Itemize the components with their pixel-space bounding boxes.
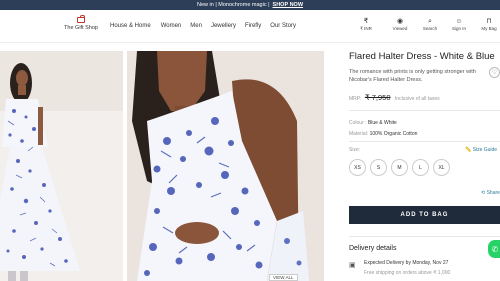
sign-in-label: Sign In <box>451 26 466 31</box>
colour-value: Blue & White <box>367 120 397 126</box>
material-row: Material: 100% Organic Cotton <box>349 131 417 137</box>
model-closeup-illustration <box>127 51 324 281</box>
search-icon: ⌕ <box>428 18 432 25</box>
shipping-note: Free shipping on orders above ₹ 1,000 <box>364 270 451 276</box>
currency-selector[interactable]: ₹ ₹ INR <box>355 17 377 32</box>
colour-label: Colour : <box>349 120 367 126</box>
search-label: Search <box>422 26 438 31</box>
bag-icon: ⊓ <box>486 18 492 25</box>
view-all-badge[interactable]: VIEW ALL <box>269 274 298 281</box>
main-nav: House & Home Women Men Jewellery Firefly… <box>110 23 296 29</box>
user-icon: ☺ <box>455 18 463 25</box>
delivery-title: Delivery details <box>349 245 397 252</box>
my-bag-button[interactable]: ⊓ My Bag <box>478 17 500 31</box>
divider <box>349 141 500 142</box>
product-image-closeup[interactable] <box>127 51 324 281</box>
viewed-label: Viewed <box>392 26 408 31</box>
viewed-button[interactable]: ◉ Viewed <box>389 17 411 31</box>
delivery-box-icon: ▣ <box>349 262 356 269</box>
logo[interactable]: The Gift Shop <box>61 15 101 39</box>
size-option-xl[interactable]: XL <box>433 159 450 176</box>
size-selector: XS S M L XL <box>349 159 450 176</box>
search-button[interactable]: ⌕ Search <box>419 17 441 31</box>
colour-row: Colour : Blue & White <box>349 120 397 126</box>
price-value: ₹ 7,950 <box>364 93 391 102</box>
tax-note: Inclusive of all taxes <box>394 96 440 102</box>
nav-men[interactable]: Men <box>190 23 202 29</box>
size-guide-label: Size Guide <box>472 147 498 153</box>
logo-text: The Gift Shop <box>64 25 98 31</box>
divider <box>349 236 500 237</box>
product-image-full[interactable] <box>0 51 123 281</box>
product-title: Flared Halter Dress - White & Blue <box>349 51 495 62</box>
nav-women[interactable]: Women <box>161 23 182 29</box>
model-full-illustration <box>0 51 123 281</box>
my-bag-label: My Bag <box>481 26 497 31</box>
size-label: Size: <box>349 147 361 153</box>
share-link[interactable]: ⟲ Share <box>481 190 500 196</box>
promo-banner: New in | Monochrome magic | SHOP NOW <box>0 0 500 10</box>
material-value: 100% Organic Cotton <box>369 131 418 137</box>
material-label: Material: <box>349 131 369 137</box>
divider <box>349 110 500 111</box>
size-option-s[interactable]: S <box>370 159 387 176</box>
whatsapp-icon[interactable]: ✆ <box>488 240 500 258</box>
currency-label: ₹ INR <box>360 26 372 31</box>
share-icon: ⟲ <box>481 190 486 196</box>
share-label: Share <box>486 190 500 196</box>
size-guide-link[interactable]: 📏 Size Guide <box>465 147 497 153</box>
gift-box-icon <box>77 15 85 23</box>
site-header: The Gift Shop House & Home Women Men Jew… <box>0 10 500 43</box>
currency-icon: ₹ <box>363 18 369 25</box>
nav-house-home[interactable]: House & Home <box>110 23 151 29</box>
product-description: The romance with prints is only getting … <box>349 69 476 83</box>
nav-our-story[interactable]: Our Story <box>270 23 296 29</box>
size-option-m[interactable]: M <box>391 159 408 176</box>
mrp-label: MRP: <box>349 96 362 102</box>
nav-jewellery[interactable]: Jewellery <box>211 23 236 29</box>
promo-text: New in | Monochrome magic | <box>196 2 270 8</box>
wishlist-heart-icon[interactable]: ♡ <box>489 67 500 78</box>
expected-delivery: Expected Delivery by Monday, Nov 27 <box>364 260 449 266</box>
nav-firefly[interactable]: Firefly <box>245 23 261 29</box>
add-to-bag-button[interactable]: ADD TO BAG <box>349 206 500 224</box>
size-option-xs[interactable]: XS <box>349 159 366 176</box>
size-option-l[interactable]: L <box>412 159 429 176</box>
shop-now-link[interactable]: SHOP NOW <box>273 2 303 8</box>
price-row: MRP: ₹ 7,950 Inclusive of all taxes <box>349 93 440 102</box>
sign-in-button[interactable]: ☺ Sign In <box>448 17 470 31</box>
eye-icon: ◉ <box>396 18 404 25</box>
